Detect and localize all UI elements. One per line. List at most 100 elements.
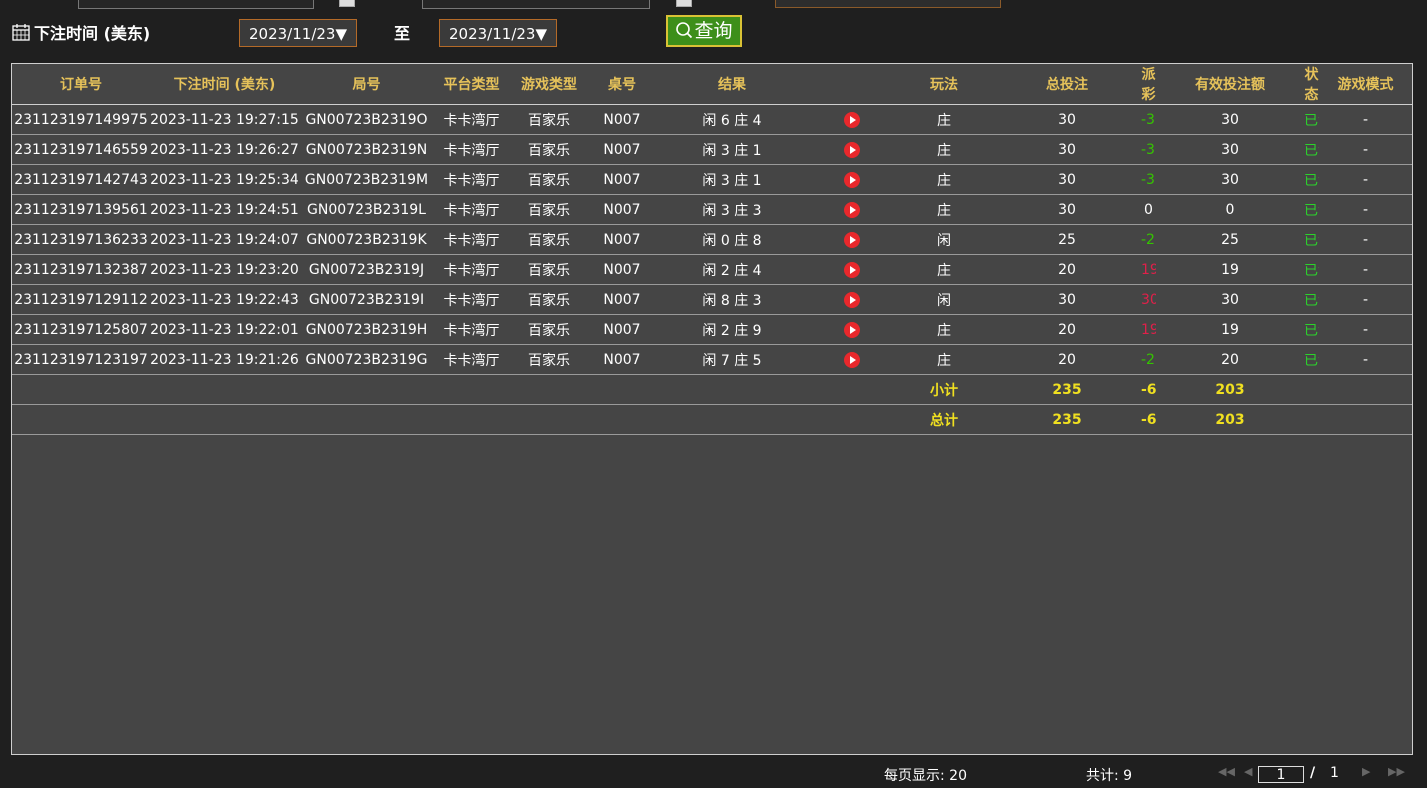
play-video-icon[interactable] [844,171,860,188]
next-page-icon[interactable]: ▶ [1362,765,1370,778]
last-page-icon[interactable]: ▶▶ [1388,765,1405,778]
play-video-icon[interactable] [844,201,860,218]
col-play: 玩法 [895,64,993,105]
table-header-row: 订单号 下注时间 (美东) 局号 平台类型 游戏类型 桌号 结果 玩法 总投注 … [12,64,1412,105]
cell-total-bet: 30 [993,194,1141,225]
cell-payout: -30 [1141,104,1156,135]
cell-bet-time: 2023-11-23 19:24:07 [150,224,299,255]
subtotal-row: 小计235-67203 [12,374,1412,405]
cell-platform: 卡卡湾厅 [434,164,509,195]
col-order-no: 订单号 [12,64,150,105]
cell-table-no: N007 [589,314,655,345]
cell-order-no: 231123197136233 [12,224,150,255]
query-button[interactable]: 查询 [666,15,742,47]
bet-time-label: 下注时间 (美东) [34,24,151,43]
col-platform: 平台类型 [434,64,509,105]
to-label: 至 [394,24,411,43]
cell-table-no: N007 [589,344,655,375]
page-number-input[interactable]: 1 [1258,766,1304,783]
per-page-label: 每页显示: 20 [884,768,967,784]
play-video-icon[interactable] [844,141,860,158]
cell-table-no: N007 [589,194,655,225]
cell-round-no: GN00723B2319O [299,104,434,135]
cell-status: 已派彩 [1304,134,1319,165]
start-date-select[interactable]: 2023/11/23▼ [239,19,357,47]
subtotal-tail [1304,374,1412,405]
play-video-icon[interactable] [844,261,860,278]
cell-order-no: 231123197123197 [12,344,150,375]
cell-round-no: GN00723B2319L [299,194,434,225]
cell-payout: -30 [1141,164,1156,195]
col-replay [809,64,895,105]
prev-page-icon[interactable]: ◀ [1244,765,1252,778]
play-video-icon[interactable] [844,291,860,308]
col-bet-time: 下注时间 (美东) [150,64,299,105]
cell-result: 闲 6 庄 4 [655,104,809,135]
cell-valid-bet: 19 [1156,314,1304,345]
play-video-icon[interactable] [844,351,860,368]
cell-status: 已派彩 [1304,224,1319,255]
page-separator: / [1310,765,1316,781]
cell-total-bet: 20 [993,344,1141,375]
play-video-icon[interactable] [844,111,860,128]
top-input-stub-2[interactable] [422,0,650,9]
cell-replay [809,344,895,375]
cell-result: 闲 3 庄 3 [655,194,809,225]
cell-game-mode: - [1319,104,1412,135]
total-count-label: 共计: 9 [1086,768,1133,784]
cell-game-type: 百家乐 [509,254,589,285]
cell-platform: 卡卡湾厅 [434,134,509,165]
cell-order-no: 231123197129112 [12,284,150,315]
cell-payout: 0 [1141,194,1156,225]
play-video-icon[interactable] [844,321,860,338]
cell-valid-bet: 20 [1156,344,1304,375]
cell-game-type: 百家乐 [509,164,589,195]
cell-table-no: N007 [589,224,655,255]
cell-replay [809,314,895,345]
cell-result: 闲 8 庄 3 [655,284,809,315]
total-total-bet: 235 [993,404,1141,435]
cell-bet-time: 2023-11-23 19:25:34 [150,164,299,195]
cell-status: 已派彩 [1304,104,1319,135]
cell-game-mode: - [1319,344,1412,375]
cell-round-no: GN00723B2319I [299,284,434,315]
end-date-select[interactable]: 2023/11/23▼ [439,19,557,47]
cell-round-no: GN00723B2319H [299,314,434,345]
subtotal-valid-bet: 203 [1156,374,1304,405]
cell-play: 庄 [895,164,993,195]
cell-order-no: 231123197142743 [12,164,150,195]
table-row: 231123197125807 2023-11-23 19:22:01 GN0072… [12,314,1412,345]
cell-total-bet: 30 [993,164,1141,195]
cell-order-no: 231123197125807 [12,314,150,345]
table-row: 231123197139561 2023-11-23 19:24:51 GN0072… [12,194,1412,225]
cell-result: 闲 2 庄 4 [655,254,809,285]
bet-records-table: 订单号 下注时间 (美东) 局号 平台类型 游戏类型 桌号 结果 玩法 总投注 … [12,64,1412,435]
cell-bet-time: 2023-11-23 19:27:15 [150,104,299,135]
subtotal-spacer [12,374,895,405]
play-video-icon[interactable] [844,231,860,248]
cell-game-mode: - [1319,164,1412,195]
subtotal-payout: -67 [1141,374,1156,405]
total-tail [1304,404,1412,435]
top-select-stub-2[interactable] [676,0,692,7]
cell-bet-time: 2023-11-23 19:24:51 [150,194,299,225]
cell-platform: 卡卡湾厅 [434,254,509,285]
first-page-icon[interactable]: ◀◀ [1218,765,1235,778]
cell-result: 闲 7 庄 5 [655,344,809,375]
cell-valid-bet: 30 [1156,284,1304,315]
top-input-stub-1[interactable] [78,0,314,9]
cell-table-no: N007 [589,134,655,165]
cell-status: 已派彩 [1304,194,1319,225]
cell-game-mode: - [1319,134,1412,165]
cell-order-no: 231123197149975 [12,104,150,135]
cell-round-no: GN00723B2319M [299,164,434,195]
cell-round-no: GN00723B2319G [299,344,434,375]
table-row: 231123197136233 2023-11-23 19:24:07 GN0072… [12,224,1412,255]
cell-play: 闲 [895,284,993,315]
top-dropdown-stub[interactable] [775,0,1001,8]
cell-order-no: 231123197146559 [12,134,150,165]
cell-game-mode: - [1319,254,1412,285]
cell-play: 庄 [895,314,993,345]
top-select-stub-1[interactable] [339,0,355,7]
cell-total-bet: 30 [993,284,1141,315]
